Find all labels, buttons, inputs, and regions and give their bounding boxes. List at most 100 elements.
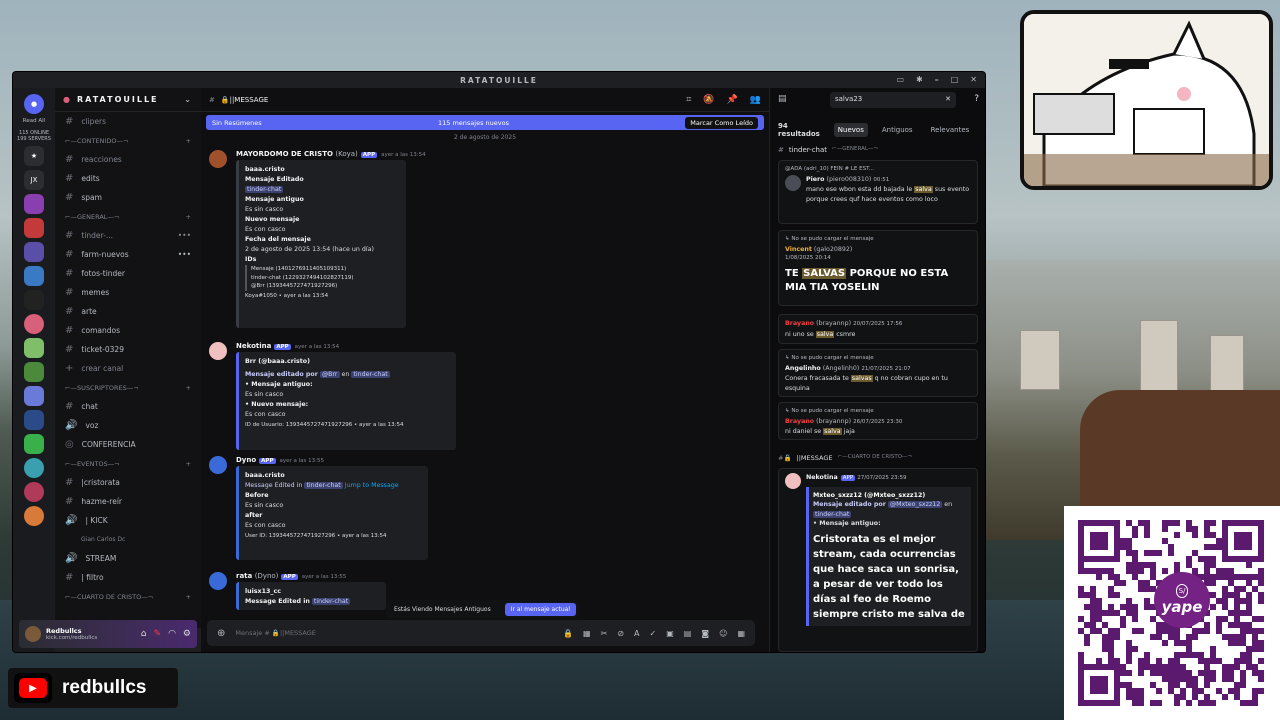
search-result[interactable]: ↳ No se pudo cargar el mensaje Angelinho…	[778, 349, 978, 397]
message-author[interactable]: Dyno APP ayer a las 13:55	[236, 456, 324, 464]
mic-muted-icon[interactable]: ✎	[154, 629, 162, 639]
server-icon[interactable]	[24, 290, 44, 310]
channel-item[interactable]: # comandos	[55, 321, 201, 340]
lock-icon[interactable]: 🔒	[563, 629, 573, 638]
category-header[interactable]: ⌐—CONTENIDO—¬ +	[55, 131, 201, 150]
headphones-icon[interactable]: ◠	[168, 629, 176, 639]
tools-icon[interactable]: ✂	[601, 629, 608, 638]
channel-item[interactable]: # memes	[55, 283, 201, 302]
channel-item[interactable]: # spam	[55, 188, 201, 207]
result-group-header[interactable]: #🔒 ||MESSAGE ⌐—CUARTO DE CRISTO—¬	[778, 454, 912, 462]
bug-icon[interactable]: ✱	[916, 75, 925, 84]
discord-home-icon[interactable]: ●	[24, 94, 44, 114]
avatar[interactable]	[209, 150, 227, 168]
search-result[interactable]: @ADA (adri_10) FEIN # LE EST... Piero (p…	[778, 160, 978, 224]
channel-item[interactable]: # arte	[55, 302, 201, 321]
new-messages-banner[interactable]: Sin Resúmenes 115 mensajes nuevos Marcar…	[206, 115, 764, 130]
message-author[interactable]: rata (Dyno) APP ayer a las 13:55	[236, 572, 346, 580]
threads-icon[interactable]: ⌗	[686, 95, 691, 105]
server-icon[interactable]	[24, 266, 44, 286]
server-icon[interactable]	[24, 410, 44, 430]
avatar[interactable]	[209, 572, 227, 590]
server-icon[interactable]	[24, 338, 44, 358]
message-author[interactable]: MAYORDOMO DE CRISTO (Koya) APP ayer a las …	[236, 150, 426, 158]
mark-as-read-button[interactable]: Marcar Como Leído	[685, 116, 758, 129]
channel-item[interactable]: # reacciones	[55, 150, 201, 169]
server-icon[interactable]	[24, 386, 44, 406]
add-attachment-icon[interactable]: ⊕	[217, 628, 225, 639]
clear-search-icon[interactable]: ✕	[945, 95, 951, 103]
server-icon[interactable]	[24, 242, 44, 262]
search-input[interactable]: salva23 ✕	[830, 92, 956, 108]
search-result[interactable]: ↳ No se pudo cargar el mensaje Brayano (…	[778, 402, 978, 440]
message-author[interactable]: Nekotina APP ayer a las 13:54	[236, 342, 339, 350]
channel-item[interactable]: # edits	[55, 169, 201, 188]
voice-channel-item[interactable]: 🔊 voz	[55, 416, 201, 435]
translate-icon[interactable]: A	[634, 629, 639, 638]
server-jx[interactable]: JX	[24, 170, 44, 190]
create-channel-item[interactable]: + crear canal	[55, 359, 201, 378]
category-header[interactable]: ⌐—CUARTO DE CRISTO—¬ +	[55, 587, 201, 606]
no-camera-icon[interactable]: ⊘	[617, 629, 624, 638]
category-header[interactable]: ⌐—SUSCRIPTORES—¬ +	[55, 378, 201, 397]
voice-channel-item[interactable]: 🔊 STREAM	[55, 549, 201, 568]
channel-item[interactable]: # chat	[55, 397, 201, 416]
voice-channel-item[interactable]: 🔊 | KICK	[55, 511, 201, 530]
avatar[interactable]	[209, 342, 227, 360]
server-header[interactable]: ● RATATOUILLE ⌄	[55, 88, 201, 112]
gear-icon[interactable]: ⚙	[183, 629, 191, 639]
channel-item[interactable]: # hazme-reír	[55, 492, 201, 511]
gift-icon[interactable]: ▣	[666, 629, 674, 638]
channel-item[interactable]: # |cristorata	[55, 473, 201, 492]
tab-relevant[interactable]: Relevantes	[927, 123, 974, 137]
avatar[interactable]	[25, 626, 41, 642]
message-composer[interactable]: ⊕ Mensaje # 🔒||MESSAGE 🔒 ▦ ✂ ⊘ A ✓ ▣ ▤ ◙…	[207, 620, 755, 646]
avatar[interactable]	[209, 456, 227, 474]
inbox-icon[interactable]: ▤	[778, 94, 787, 104]
channel-item[interactable]: # clipers	[55, 112, 201, 131]
close-icon[interactable]: ✕	[970, 75, 979, 84]
search-result[interactable]: Brayano (brayannp) 20/07/2025 17:56 ni u…	[778, 314, 978, 344]
server-icon[interactable]	[24, 458, 44, 478]
pin-icon[interactable]: 📌	[727, 95, 738, 105]
server-icon[interactable]	[24, 194, 44, 214]
inbox-icon[interactable]: ▭	[896, 75, 906, 84]
gamepad-icon[interactable]: ⌂	[141, 629, 147, 639]
server-icon[interactable]	[24, 506, 44, 526]
search-result[interactable]: ↳ No se pudo cargar el mensaje Vincent (…	[778, 230, 978, 306]
bell-muted-icon[interactable]: 🔕	[703, 95, 714, 105]
read-all-button[interactable]: Read All	[13, 118, 55, 124]
server-icon[interactable]	[24, 362, 44, 382]
help-icon[interactable]: ?	[974, 94, 979, 104]
tab-oldest[interactable]: Antiguos	[878, 123, 917, 137]
channel-item[interactable]: # ticket-0329	[55, 340, 201, 359]
summaries-label[interactable]: Sin Resúmenes	[212, 119, 262, 127]
sticker-icon[interactable]: ◙	[701, 629, 709, 638]
jump-to-present-button[interactable]: Ir al mensaje actual	[504, 602, 576, 616]
voice-user[interactable]: Gian Carlos Dc	[55, 530, 201, 549]
minimize-icon[interactable]: –	[935, 75, 941, 84]
category-header[interactable]: ⌐—EVENTOS—¬ +	[55, 454, 201, 473]
server-icon[interactable]	[24, 434, 44, 454]
category-header[interactable]: ⌐—GENERAL—¬ +	[55, 207, 201, 226]
spell-icon[interactable]: ✓	[650, 629, 657, 638]
gif-icon[interactable]: ▤	[684, 629, 692, 638]
message-input[interactable]: Mensaje # 🔒||MESSAGE	[235, 629, 316, 637]
maximize-icon[interactable]: □	[951, 75, 961, 84]
calendar-icon[interactable]: ▦	[583, 629, 591, 638]
result-group-header[interactable]: # tinder-chat ⌐—GENERAL—¬	[778, 146, 878, 154]
star-icon[interactable]: ★	[24, 146, 44, 166]
channel-item[interactable]: # tinder-... •••	[55, 226, 201, 245]
channel-item[interactable]: # | filtro	[55, 568, 201, 587]
channel-item[interactable]: # farm-nuevos •••	[55, 245, 201, 264]
server-icon[interactable]	[24, 218, 44, 238]
apps-icon[interactable]: ▦	[737, 629, 745, 638]
stage-channel-item[interactable]: ◎ CONFERENCIA	[55, 435, 201, 454]
emoji-icon[interactable]: ☺	[719, 629, 727, 638]
server-icon[interactable]	[24, 482, 44, 502]
members-icon[interactable]: 👥	[750, 95, 761, 105]
channel-item[interactable]: # fotos-tinder	[55, 264, 201, 283]
search-result[interactable]: Nekotina APP 27/07/2025 23:59 Mxteo_sxzz1…	[778, 468, 978, 652]
tab-newest[interactable]: Nuevos	[833, 123, 868, 137]
server-icon[interactable]	[24, 314, 44, 334]
